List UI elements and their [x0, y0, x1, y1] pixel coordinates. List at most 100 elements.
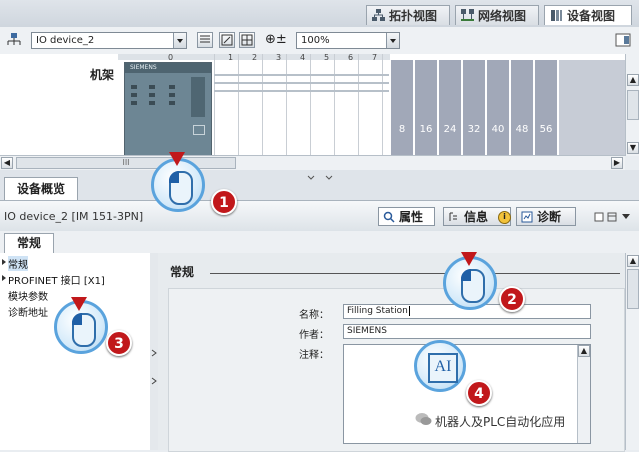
mouse-click-callout — [151, 158, 205, 212]
nav-label: 诊断地址 — [8, 308, 48, 319]
rack-slot[interactable] — [286, 54, 287, 155]
empty-slot-group[interactable]: 40 — [487, 60, 509, 155]
scroll-right-button[interactable]: ▶ — [611, 157, 623, 169]
status-led — [149, 93, 155, 97]
scroll-thumb[interactable] — [627, 269, 639, 309]
scroll-up-button[interactable]: ▲ — [627, 74, 639, 86]
empty-slot-group[interactable]: 56 — [535, 60, 557, 155]
rack-slot[interactable] — [238, 54, 239, 155]
rack-slot[interactable] — [358, 54, 359, 155]
zoom-value: 100% — [301, 35, 330, 46]
interface-module[interactable]: SIEMENS — [124, 62, 212, 155]
scroll-thumb[interactable]: III — [16, 157, 236, 169]
scroll-up-button[interactable]: ▲ — [627, 255, 639, 267]
tab-device-overview[interactable]: 设备概览 — [4, 177, 79, 200]
grid-icon — [241, 34, 253, 46]
port-icon — [193, 125, 205, 135]
empty-slot-group[interactable]: 48 — [511, 60, 533, 155]
empty-slot-group[interactable]: 24 — [439, 60, 461, 155]
empty-slot-group[interactable]: 32 — [463, 60, 485, 155]
rack-slot[interactable] — [262, 54, 263, 155]
module-connector — [191, 77, 205, 117]
scroll-thumb[interactable] — [627, 90, 639, 120]
rack-slot[interactable] — [310, 54, 311, 155]
nav-item-general[interactable]: 常规 — [2, 256, 28, 271]
inspector-subtab-bar: 常规 — [0, 231, 639, 254]
chevron-icon[interactable] — [151, 348, 157, 388]
status-led — [169, 101, 175, 105]
text-cursor-icon: AI — [428, 353, 458, 383]
slot-number: 6 — [348, 54, 354, 62]
view-tab-bar: 拓扑视图 网络视图 设备视图 — [0, 0, 639, 28]
rack-rail — [214, 74, 389, 76]
label-icon — [221, 34, 233, 46]
device-canvas[interactable]: 机架 0 1 2 3 4 5 6 7 SIEMENS 8 16 24 32 40… — [0, 54, 625, 155]
chevron-down-icon[interactable] — [173, 33, 186, 48]
nav-item-module-parameters[interactable]: 模块参数 — [8, 288, 48, 303]
canvas-vertical-scrollbar[interactable]: ▲ ▼ — [625, 54, 639, 156]
scroll-left-button[interactable]: ◀ — [1, 157, 13, 169]
canvas-horizontal-scrollbar[interactable]: ◀ III ▶ — [0, 155, 625, 170]
tab-diagnostics[interactable]: 诊断 — [516, 207, 576, 226]
tab-device-view[interactable]: 设备视图 — [544, 5, 632, 25]
tab-label: 诊断 — [537, 210, 562, 224]
text-input-callout: AI — [414, 340, 466, 392]
step-badge: 3 — [106, 330, 132, 356]
slot-number: 3 — [276, 54, 282, 62]
chevron-down-icon[interactable] — [386, 33, 399, 48]
expand-panel-icon[interactable] — [615, 32, 631, 48]
status-led — [131, 101, 137, 105]
tab-general[interactable]: 常规 — [4, 233, 55, 253]
grid-button[interactable] — [239, 32, 255, 48]
empty-slot-group[interactable] — [559, 60, 625, 155]
comment-label: 注释： — [299, 350, 329, 361]
author-value: SIEMENS — [347, 326, 387, 336]
window-controls-icon[interactable] — [594, 211, 634, 223]
pointer-arrow-icon — [461, 252, 477, 266]
network-device-icon[interactable] — [6, 32, 22, 48]
tab-topology-view[interactable]: 拓扑视图 — [366, 5, 450, 25]
nav-item-diagnostic-address[interactable]: 诊断地址 — [8, 304, 48, 319]
properties-vertical-scrollbar[interactable]: ▲ — [625, 253, 639, 450]
show-module-labels-button[interactable] — [219, 32, 235, 48]
zoom-select[interactable]: 100% — [296, 32, 400, 49]
rack-slot[interactable] — [334, 54, 335, 155]
splitter-handle[interactable] — [300, 170, 340, 180]
empty-slot-group[interactable]: 16 — [415, 60, 437, 155]
step-badge: 2 — [499, 286, 525, 312]
device-select-value: IO device_2 — [36, 35, 95, 46]
empty-slot-group[interactable]: 8 — [391, 60, 413, 155]
tab-label: 网络视图 — [478, 9, 527, 23]
device-select[interactable]: IO device_2 — [31, 32, 187, 49]
slot-number: 0 — [168, 54, 174, 62]
expand-icon[interactable] — [2, 259, 6, 265]
tab-info[interactable]: 信息 i — [443, 207, 511, 226]
status-led — [149, 101, 155, 105]
wechat-logo-icon — [415, 413, 432, 425]
overview-button[interactable] — [197, 32, 213, 48]
textarea-scrollbar[interactable]: ▲ — [577, 345, 590, 443]
info-icon: i — [498, 211, 511, 224]
inspector-title: IO device_2 [IM 151-3PN] — [4, 210, 144, 223]
rack-slot[interactable] — [382, 54, 383, 155]
nav-item-profinet-interface[interactable]: PROFINET 接口 [X1] — [2, 272, 105, 287]
rack-slot[interactable] — [214, 54, 215, 155]
chevron-down-icon — [307, 175, 333, 180]
section-title: 常规 — [170, 265, 195, 279]
tab-network-view[interactable]: 网络视图 — [455, 5, 539, 25]
panel-splitter[interactable] — [150, 253, 158, 450]
tab-properties[interactable]: 属性 — [378, 207, 435, 226]
scroll-down-button[interactable]: ▼ — [627, 142, 639, 154]
zoom-icon[interactable]: ⊕± — [265, 32, 287, 47]
expand-icon[interactable] — [2, 275, 6, 281]
slot-number: 4 — [300, 54, 306, 62]
name-label: 名称： — [299, 310, 329, 321]
tab-label: 信息 — [464, 210, 489, 224]
scroll-up-button[interactable]: ▲ — [578, 345, 590, 357]
pointer-arrow-icon — [169, 152, 185, 166]
text-cursor — [408, 306, 410, 316]
slot-address: 16 — [419, 124, 433, 135]
slot-address: 56 — [539, 124, 553, 135]
author-field[interactable]: SIEMENS — [343, 324, 591, 339]
tab-label: 拓扑视图 — [389, 9, 438, 23]
